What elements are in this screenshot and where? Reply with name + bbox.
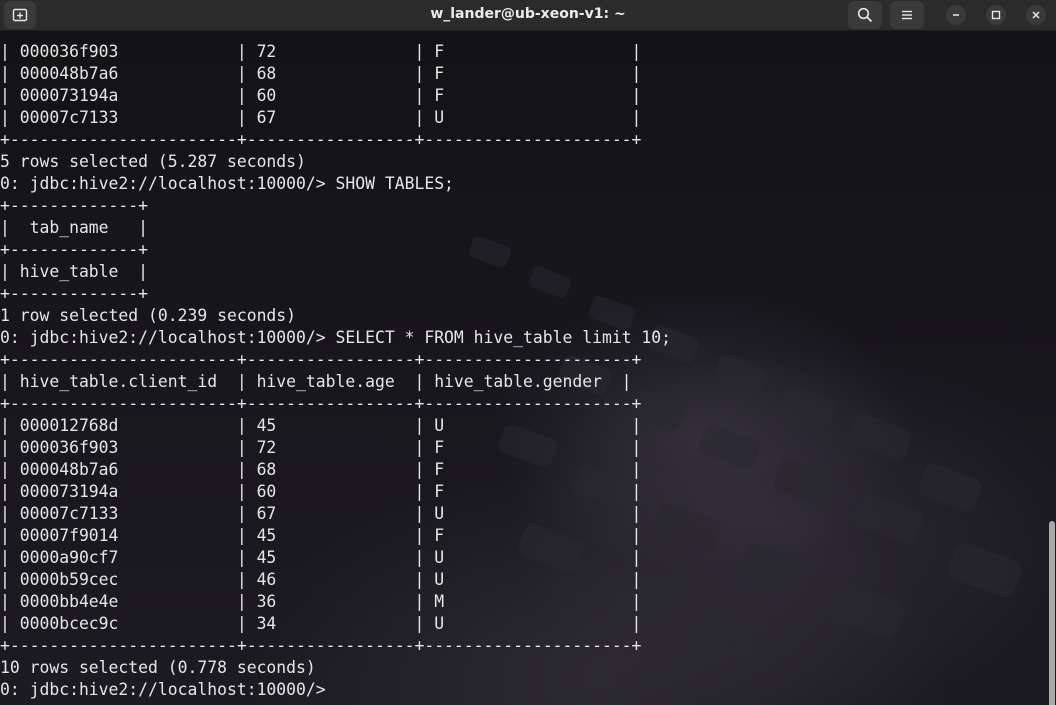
terminal-line: | 00007c7133 | 67 | U | [0,108,642,127]
hamburger-menu-icon [902,10,912,20]
terminal-line: | hive_table.client_id | hive_table.age … [0,372,632,391]
terminal-line: 0: jdbc:hive2://localhost:10000/> SELECT… [0,328,672,347]
scrollbar-thumb[interactable] [1049,521,1055,705]
terminal-line: +-----------------------+---------------… [0,350,642,369]
terminal-line: | 000048b7a6 | 68 | F | [0,460,642,479]
terminal-line: | hive_table | [0,262,149,281]
terminal-line: | 00007f9014 | 45 | F | [0,526,642,545]
terminal-line: +-------------+ [0,284,149,303]
terminal-line: +-------------+ [0,240,149,259]
terminal-line: 0: jdbc:hive2://localhost:10000/> SHOW T… [0,174,454,193]
close-button[interactable] [1026,5,1046,25]
terminal-line: 5 rows selected (5.287 seconds) [0,152,306,171]
menu-button[interactable] [890,1,924,29]
minimize-icon [953,14,959,16]
terminal-line: | 0000a90cf7 | 45 | U | [0,548,642,567]
terminal-line: | 000036f903 | 72 | F | [0,42,642,61]
terminal-window: w_lander@ub-xeon-v1: ~ | 000036f903 | 72… [0,0,1056,705]
terminal-area[interactable]: | 000036f903 | 72 | F | | 000048b7a6 | 68… [0,31,1056,705]
terminal-line: | tab_name | [0,218,149,237]
terminal-line: +-----------------------+---------------… [0,636,642,655]
terminal-output[interactable]: | 000036f903 | 72 | F | | 000048b7a6 | 68… [0,41,671,701]
terminal-line: +-------------+ [0,196,149,215]
terminal-line: | 000073194a | 60 | F | [0,482,642,501]
terminal-line: 10 rows selected (0.778 seconds) [0,658,316,677]
terminal-line: | 0000bcec9c | 34 | U | [0,614,642,633]
terminal-line: | 000012768d | 45 | U | [0,416,642,435]
terminal-prompt-line: 0: jdbc:hive2://localhost:10000/> [0,680,336,699]
close-icon [1032,11,1040,19]
terminal-line: | 0000b59cec | 46 | U | [0,570,642,589]
terminal-line: | 000036f903 | 72 | F | [0,438,642,457]
minimize-button[interactable] [946,5,966,25]
terminal-line: | 00007c7133 | 67 | U | [0,504,642,523]
maximize-icon [991,10,1001,20]
terminal-line: | 000048b7a6 | 68 | F | [0,64,642,83]
search-button[interactable] [848,1,882,29]
terminal-line: | 000073194a | 60 | F | [0,86,642,105]
terminal-line: 1 row selected (0.239 seconds) [0,306,297,325]
search-icon [857,7,873,23]
terminal-line: +-----------------------+---------------… [0,394,642,413]
title-bar: w_lander@ub-xeon-v1: ~ [0,0,1056,31]
maximize-button[interactable] [986,5,1006,25]
terminal-line: | 0000bb4e4e | 36 | M | [0,592,642,611]
terminal-line: +-----------------------+---------------… [0,130,642,149]
